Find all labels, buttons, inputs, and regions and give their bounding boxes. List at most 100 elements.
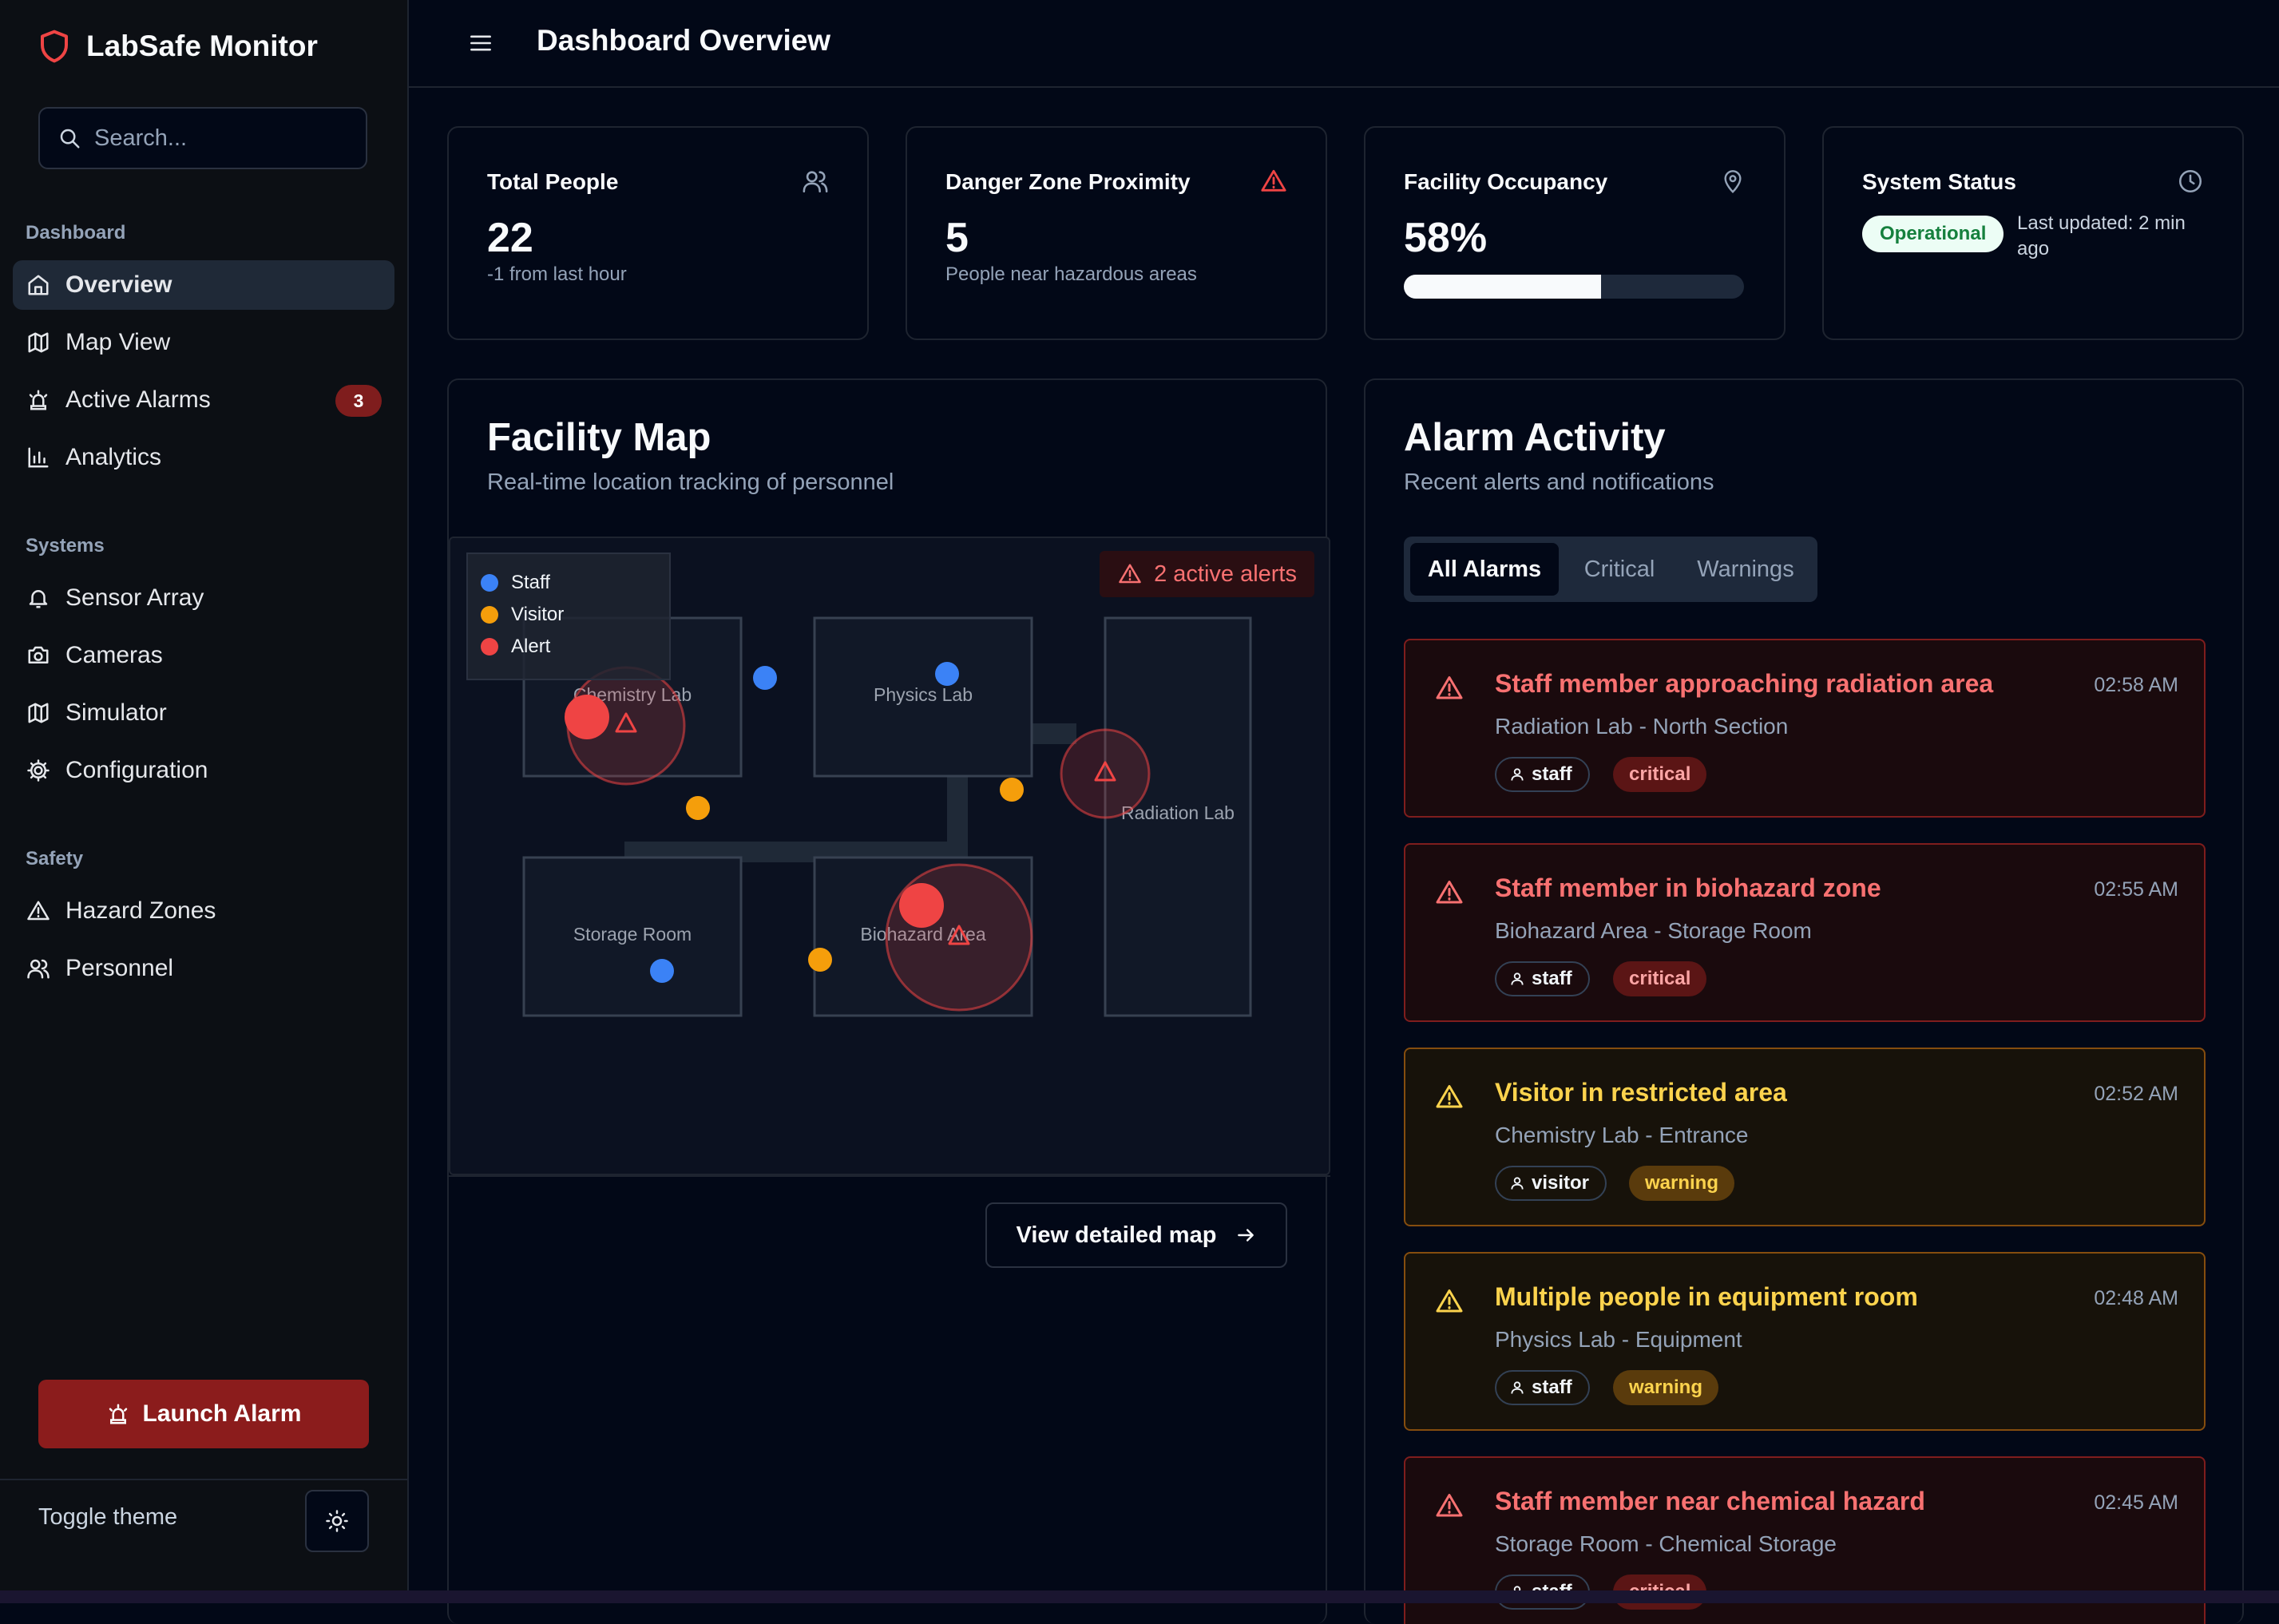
- stat-title: Danger Zone Proximity: [945, 169, 1191, 194]
- siren-icon: [26, 387, 51, 413]
- tab-warnings[interactable]: Warnings: [1680, 543, 1811, 596]
- bell-icon: [26, 585, 51, 611]
- map-icon: [26, 700, 51, 726]
- status-badge: Operational: [1862, 216, 2004, 252]
- sidebar-item-simulator[interactable]: Simulator: [13, 688, 394, 738]
- sidebar-item-configuration[interactable]: Configuration: [13, 746, 394, 795]
- map-icon: [26, 330, 51, 355]
- arrow-right-icon: [1235, 1225, 1256, 1246]
- menu-icon: [470, 34, 492, 53]
- tab-critical[interactable]: Critical: [1560, 543, 1679, 596]
- legend-label: Staff: [511, 572, 550, 593]
- stat-card-danger-zone: Danger Zone Proximity 5 People near haza…: [906, 126, 1327, 340]
- warning-triangle-icon: [26, 898, 51, 924]
- siren-icon: [106, 1402, 130, 1426]
- legend-item: Alert: [481, 636, 550, 658]
- legend-dot: [481, 638, 498, 656]
- stat-title: Total People: [487, 169, 619, 194]
- user-icon: [1509, 971, 1525, 987]
- nav-group-dashboard: Dashboard: [26, 222, 126, 244]
- search-input[interactable]: [93, 124, 359, 152]
- person-visitor-marker[interactable]: [686, 796, 710, 820]
- last-updated-text: Last updated: 2 min ago: [2017, 212, 2186, 259]
- person-staff-marker[interactable]: [935, 662, 959, 686]
- window-bottom-edge: [0, 1590, 2279, 1603]
- alarm-activity-card: Alarm Activity Recent alerts and notific…: [1364, 378, 2244, 1624]
- user-icon: [1509, 1380, 1525, 1396]
- legend-label: Visitor: [511, 604, 565, 625]
- warning-triangle-icon: [1434, 674, 1465, 703]
- launch-alarm-button[interactable]: Launch Alarm: [38, 1380, 369, 1448]
- hazard-zone-radiation[interactable]: [1060, 728, 1151, 819]
- sidebar-item-cameras[interactable]: Cameras: [13, 631, 394, 680]
- alarm-item[interactable]: Multiple people in equipment room Physic…: [1404, 1252, 2206, 1431]
- menu-toggle-button[interactable]: [466, 29, 495, 57]
- facility-map[interactable]: Chemistry Lab Physics Lab Radiation Lab …: [449, 537, 1330, 1175]
- alarm-title: Alarm Activity: [1404, 416, 1666, 459]
- map-legend: Staff Visitor Alert: [466, 553, 671, 680]
- sidebar-item-label: Sensor Array: [65, 584, 204, 611]
- alarm-subtitle: Recent alerts and notifications: [1404, 469, 1714, 495]
- hazard-zone-biohazard[interactable]: [885, 863, 1033, 1012]
- alarm-item-time: 02:55 AM: [2094, 878, 2178, 901]
- sidebar-item-hazard-zones[interactable]: Hazard Zones: [13, 886, 394, 936]
- room-label: Physics Lab: [874, 684, 973, 705]
- search-box[interactable]: [38, 107, 367, 169]
- map-footer-divider: [449, 1175, 1330, 1177]
- role-tag-label: staff: [1532, 968, 1572, 989]
- alarm-item-location: Storage Room - Chemical Storage: [1495, 1531, 1837, 1556]
- legend-dot: [481, 574, 498, 592]
- toggle-theme-button[interactable]: [305, 1490, 369, 1552]
- role-tag-label: staff: [1532, 763, 1572, 785]
- active-alerts-chip[interactable]: 2 active alerts: [1100, 551, 1314, 597]
- sidebar-item-active-alarms[interactable]: Active Alarms 3: [13, 375, 394, 425]
- stat-sub: -1 from last hour: [487, 263, 627, 285]
- facility-map-card: Facility Map Real-time location tracking…: [447, 378, 1330, 1624]
- person-staff-marker[interactable]: [753, 666, 777, 690]
- person-visitor-marker[interactable]: [808, 948, 832, 972]
- map-subtitle: Real-time location tracking of personnel: [487, 469, 894, 495]
- stat-title: System Status: [1862, 169, 2016, 194]
- room-label: Radiation Lab: [1121, 802, 1235, 823]
- person-staff-marker[interactable]: [650, 959, 674, 983]
- nav-group-safety: Safety: [26, 848, 84, 869]
- person-alert-marker[interactable]: [899, 883, 944, 928]
- sidebar-item-personnel[interactable]: Personnel: [13, 944, 394, 993]
- person-visitor-marker[interactable]: [1000, 778, 1024, 802]
- role-tag: staff: [1495, 757, 1590, 792]
- occupancy-progress: [1404, 275, 1744, 299]
- alarm-item-time: 02:58 AM: [2094, 674, 2178, 696]
- legend-dot: [481, 606, 498, 624]
- map-pin-icon: [1720, 168, 1746, 195]
- view-detailed-map-button[interactable]: View detailed map: [985, 1202, 1287, 1268]
- alarm-item-time: 02:52 AM: [2094, 1083, 2178, 1105]
- brand[interactable]: LabSafe Monitor: [38, 24, 318, 69]
- sidebar-item-overview[interactable]: Overview: [13, 260, 394, 310]
- sidebar-item-map-view[interactable]: Map View: [13, 318, 394, 367]
- stat-value: 5: [945, 215, 969, 261]
- sun-icon: [325, 1509, 349, 1533]
- shield-icon: [38, 29, 70, 64]
- role-tag: visitor: [1495, 1166, 1607, 1201]
- alarm-item[interactable]: Visitor in restricted area Chemistry Lab…: [1404, 1048, 2206, 1226]
- occupancy-progress-fill: [1404, 275, 1602, 299]
- user-icon: [1509, 1175, 1525, 1191]
- sidebar-item-analytics[interactable]: Analytics: [13, 433, 394, 482]
- alarm-item-time: 02:48 AM: [2094, 1287, 2178, 1309]
- sidebar-item-sensor-array[interactable]: Sensor Array: [13, 573, 394, 623]
- person-alert-marker[interactable]: [565, 695, 609, 739]
- search-icon: [57, 126, 81, 150]
- page-title: Dashboard Overview: [537, 24, 831, 57]
- alarm-item-location: Biohazard Area - Storage Room: [1495, 918, 1812, 943]
- bar-chart-icon: [26, 445, 51, 470]
- alarm-item[interactable]: Staff member in biohazard zone Biohazard…: [1404, 843, 2206, 1022]
- role-tag-label: visitor: [1532, 1172, 1590, 1194]
- map-title: Facility Map: [487, 416, 711, 459]
- nav-group-systems: Systems: [26, 535, 105, 557]
- stat-card-total-people: Total People 22 -1 from last hour: [447, 126, 869, 340]
- sidebar-item-label: Map View: [65, 329, 171, 355]
- sidebar-item-label: Overview: [65, 271, 172, 298]
- alarm-item[interactable]: Staff member approaching radiation area …: [1404, 639, 2206, 818]
- launch-alarm-label: Launch Alarm: [142, 1400, 302, 1427]
- tab-all-alarms[interactable]: All Alarms: [1410, 543, 1559, 596]
